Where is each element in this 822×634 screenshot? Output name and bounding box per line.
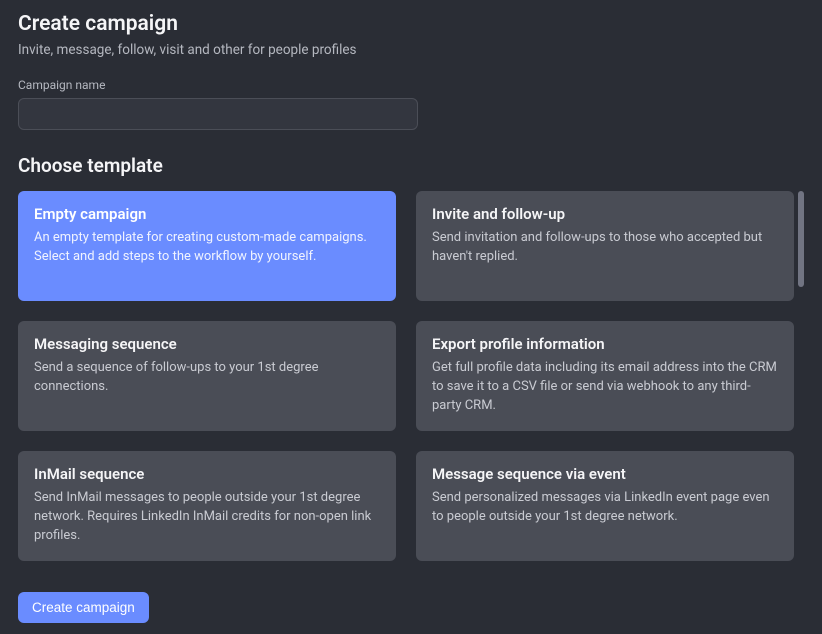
template-card-desc: Send InMail messages to people outside y… [34, 489, 380, 546]
page-subtitle: Invite, message, follow, visit and other… [18, 42, 804, 58]
template-card-title: Messaging sequence [34, 335, 380, 353]
campaign-name-label: Campaign name [18, 78, 804, 92]
template-card-export-profile[interactable]: Export profile information Get full prof… [416, 321, 794, 431]
template-card-desc: Send invitation and follow-ups to those … [432, 229, 778, 267]
template-card-message-via-event[interactable]: Message sequence via event Send personal… [416, 451, 794, 561]
template-card-empty-campaign[interactable]: Empty campaign An empty template for cre… [18, 191, 396, 301]
template-grid: Empty campaign An empty template for cre… [18, 191, 804, 561]
page-title: Create campaign [18, 12, 804, 36]
template-card-inmail-sequence[interactable]: InMail sequence Send InMail messages to … [18, 451, 396, 561]
create-campaign-button[interactable]: Create campaign [18, 592, 149, 623]
scrollbar-thumb[interactable] [798, 191, 804, 287]
template-card-desc: Send personalized messages via LinkedIn … [432, 489, 778, 527]
template-card-title: Empty campaign [34, 205, 380, 223]
choose-template-title: Choose template [18, 154, 804, 177]
template-card-title: Export profile information [432, 335, 778, 353]
template-card-desc: An empty template for creating custom-ma… [34, 229, 380, 267]
campaign-name-input[interactable] [18, 98, 418, 130]
template-card-invite-follow-up[interactable]: Invite and follow-up Send invitation and… [416, 191, 794, 301]
template-card-messaging-sequence[interactable]: Messaging sequence Send a sequence of fo… [18, 321, 396, 431]
template-card-desc: Send a sequence of follow-ups to your 1s… [34, 359, 380, 397]
template-card-title: Message sequence via event [432, 465, 778, 483]
template-card-title: Invite and follow-up [432, 205, 778, 223]
template-card-desc: Get full profile data including its emai… [432, 359, 778, 416]
footer-bar: Create campaign [0, 580, 822, 634]
template-card-title: InMail sequence [34, 465, 380, 483]
